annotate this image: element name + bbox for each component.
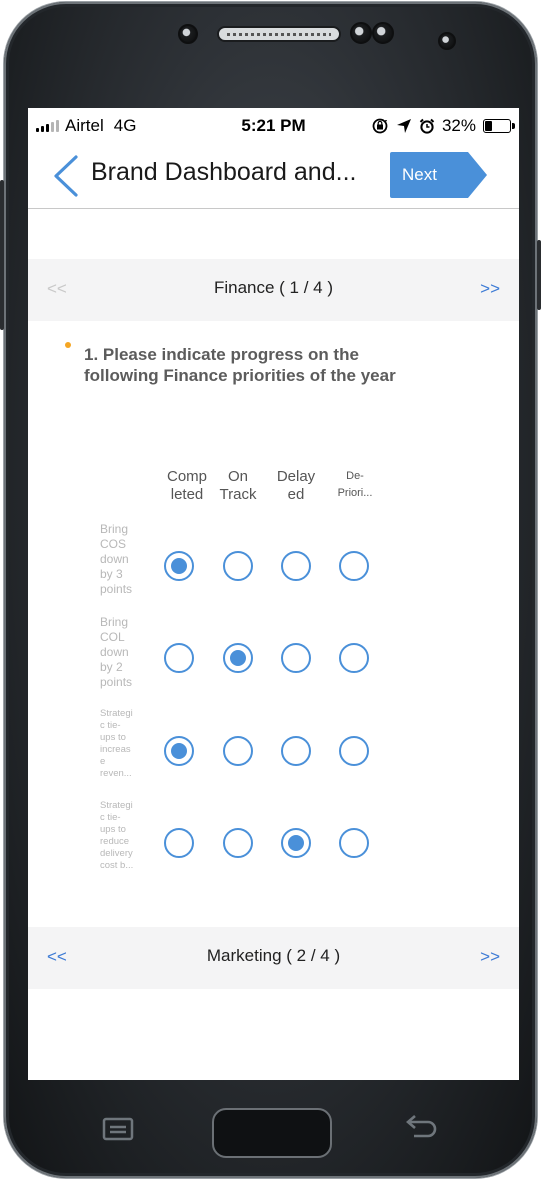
next-section-button[interactable]: >> bbox=[480, 947, 500, 967]
navigation-bar: Brand Dashboard and... Next bbox=[28, 144, 519, 209]
radio-option[interactable] bbox=[223, 551, 253, 581]
radio-option[interactable] bbox=[164, 643, 194, 673]
radio-option[interactable] bbox=[223, 828, 253, 858]
section-header-marketing: << Marketing ( 2 / 4 ) >> bbox=[28, 927, 519, 989]
status-bar: Airtel 4G 5:21 PM 32% bbox=[28, 108, 519, 144]
light-sensor-icon bbox=[438, 32, 456, 50]
battery-icon bbox=[483, 119, 515, 133]
battery-percent: 32% bbox=[441, 116, 476, 135]
alarm-icon bbox=[419, 118, 435, 134]
column-header-on-track: On Track bbox=[219, 468, 257, 503]
power-button bbox=[537, 240, 541, 310]
lock-rotation-icon bbox=[372, 118, 388, 134]
page-title: Brand Dashboard and... bbox=[91, 158, 357, 186]
location-arrow-icon bbox=[396, 119, 411, 133]
sensor-icon bbox=[178, 24, 198, 44]
radio-option[interactable] bbox=[339, 736, 369, 766]
volume-button bbox=[0, 180, 4, 330]
row-label: Strategi c tie-ups to increas e reven... bbox=[100, 708, 133, 779]
back-chevron-icon[interactable] bbox=[48, 154, 84, 198]
radio-option[interactable] bbox=[164, 828, 194, 858]
required-bullet-icon bbox=[65, 342, 71, 348]
radio-option[interactable] bbox=[164, 551, 194, 581]
back-key-icon[interactable] bbox=[402, 1112, 440, 1142]
column-header-deprioritized: De- Priori... bbox=[337, 470, 373, 499]
next-button[interactable]: Next bbox=[390, 152, 488, 198]
radio-option[interactable] bbox=[281, 736, 311, 766]
radio-option[interactable] bbox=[281, 643, 311, 673]
question-text: 1. Please indicate progress on the follo… bbox=[84, 345, 396, 385]
section-title: Finance ( 1 / 4 ) bbox=[213, 278, 334, 297]
radio-option[interactable] bbox=[339, 551, 369, 581]
radio-option[interactable] bbox=[223, 736, 253, 766]
menu-key-icon[interactable] bbox=[102, 1117, 134, 1141]
radio-option[interactable] bbox=[164, 736, 194, 766]
section-header-finance: << Finance ( 1 / 4 ) >> bbox=[28, 259, 519, 321]
speaker-grille bbox=[217, 26, 341, 42]
app-screen: Airtel 4G 5:21 PM 32% Brand Dashboard an… bbox=[28, 108, 519, 1080]
radio-option[interactable] bbox=[339, 828, 369, 858]
radio-option[interactable] bbox=[281, 828, 311, 858]
home-button[interactable] bbox=[212, 1108, 332, 1158]
radio-option[interactable] bbox=[223, 643, 253, 673]
row-label: Bring COS down by 3 points bbox=[100, 522, 133, 596]
row-label: Strategi c tie-ups to reduce delivery cost b… bbox=[100, 800, 134, 871]
next-button-label: Next bbox=[402, 165, 437, 184]
section-title: Marketing ( 2 / 4 ) bbox=[206, 946, 341, 965]
row-label: Bring COL down by 2 points bbox=[100, 615, 133, 689]
front-camera-icon bbox=[372, 22, 394, 44]
radio-option[interactable] bbox=[281, 551, 311, 581]
column-header-delayed: Delay ed bbox=[276, 468, 316, 503]
next-section-button[interactable]: >> bbox=[480, 279, 500, 299]
radio-option[interactable] bbox=[339, 643, 369, 673]
status-icons: 32% bbox=[371, 116, 515, 136]
front-camera-icon bbox=[350, 22, 372, 44]
